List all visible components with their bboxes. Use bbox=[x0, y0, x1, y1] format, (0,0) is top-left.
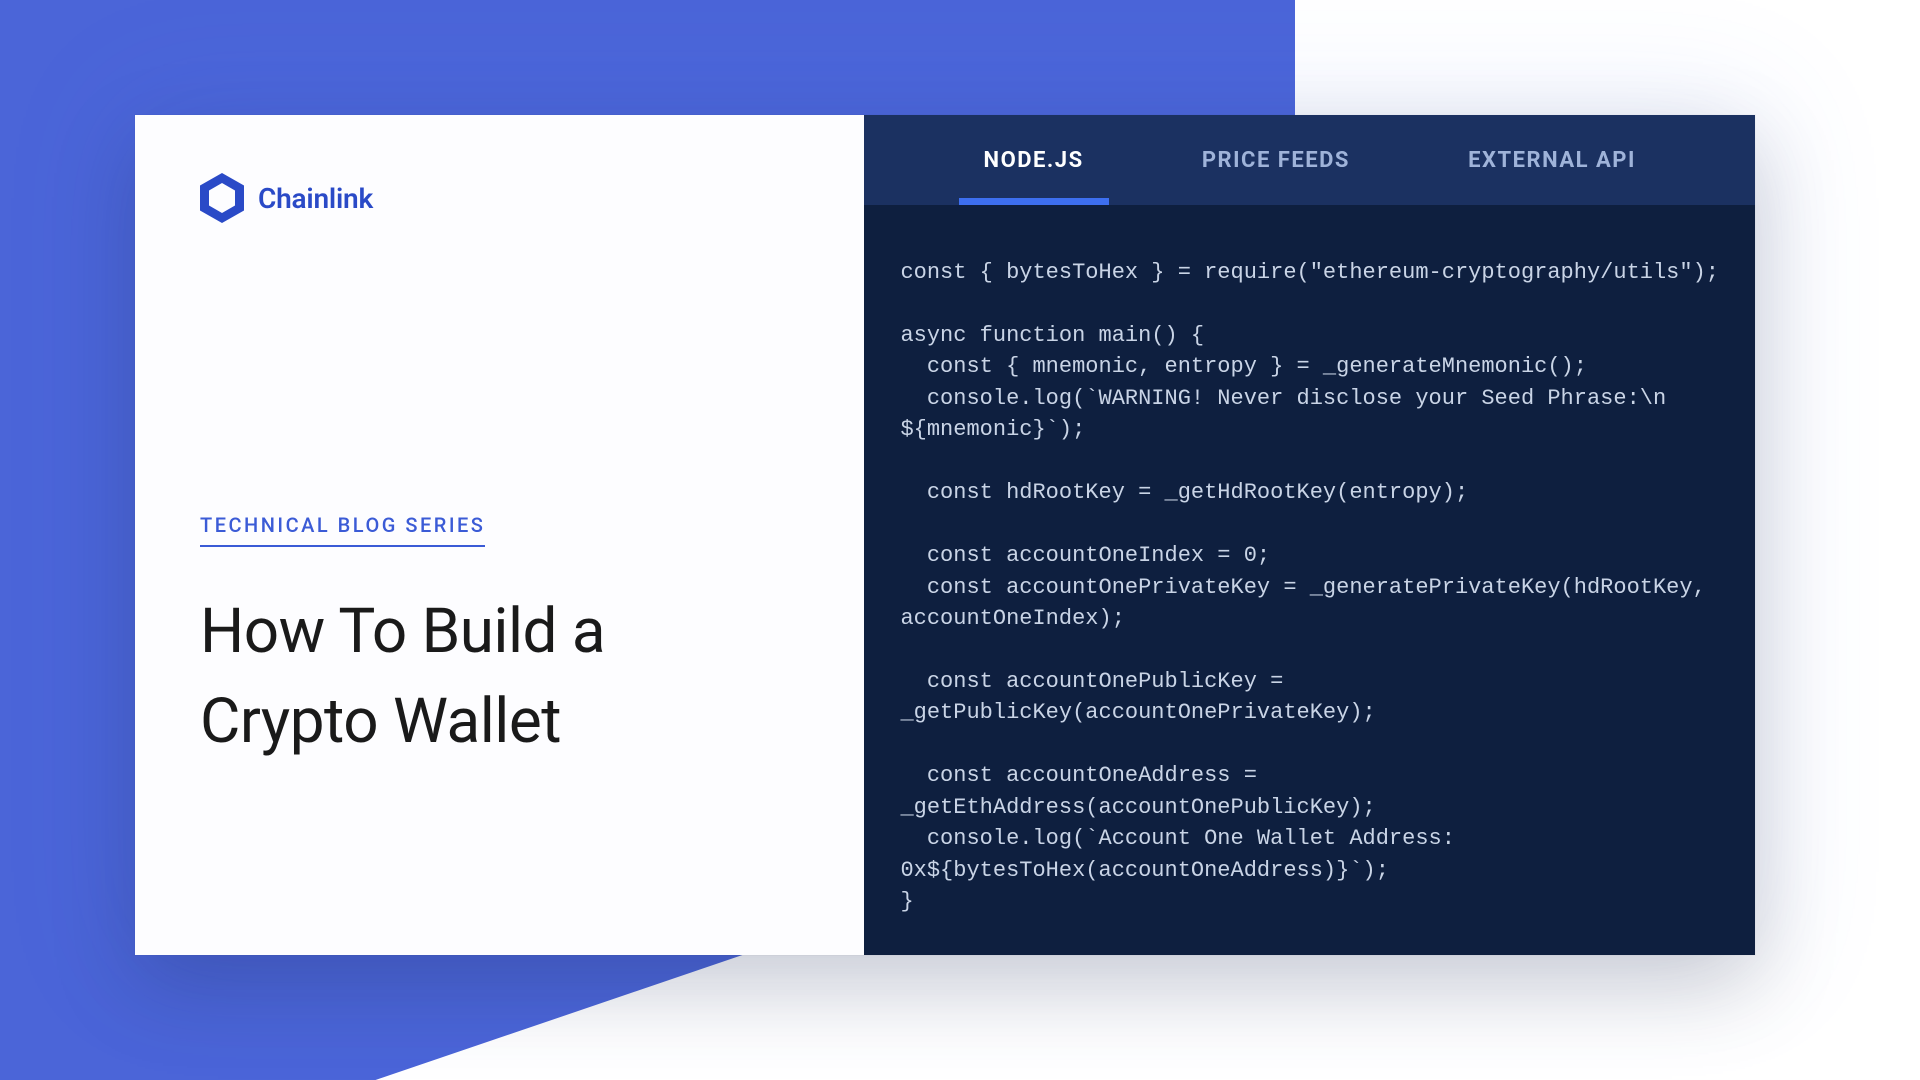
code-block: const { bytesToHex } = require("ethereum… bbox=[864, 205, 1755, 955]
tab-external-api[interactable]: EXTERNAL API bbox=[1458, 118, 1646, 203]
tab-nodejs[interactable]: NODE.JS bbox=[974, 118, 1094, 203]
chainlink-hexagon-icon bbox=[200, 173, 244, 223]
content-card: Chainlink TECHNICAL BLOG SERIES How To B… bbox=[135, 115, 1755, 955]
code-tabs: NODE.JS PRICE FEEDS EXTERNAL API bbox=[864, 115, 1755, 205]
tab-price-feeds[interactable]: PRICE FEEDS bbox=[1192, 118, 1360, 203]
series-label: TECHNICAL BLOG SERIES bbox=[200, 513, 485, 547]
code-panel: NODE.JS PRICE FEEDS EXTERNAL API const {… bbox=[864, 115, 1755, 955]
brand-name: Chainlink bbox=[258, 182, 373, 215]
brand-logo: Chainlink bbox=[200, 173, 799, 223]
title-line-1: How To Build a bbox=[200, 595, 605, 668]
left-panel: Chainlink TECHNICAL BLOG SERIES How To B… bbox=[135, 115, 864, 955]
title-line-2: Crypto Wallet bbox=[200, 685, 561, 758]
canvas: Chainlink TECHNICAL BLOG SERIES How To B… bbox=[0, 0, 1920, 1080]
page-title: How To Build a Crypto Wallet bbox=[200, 587, 799, 767]
